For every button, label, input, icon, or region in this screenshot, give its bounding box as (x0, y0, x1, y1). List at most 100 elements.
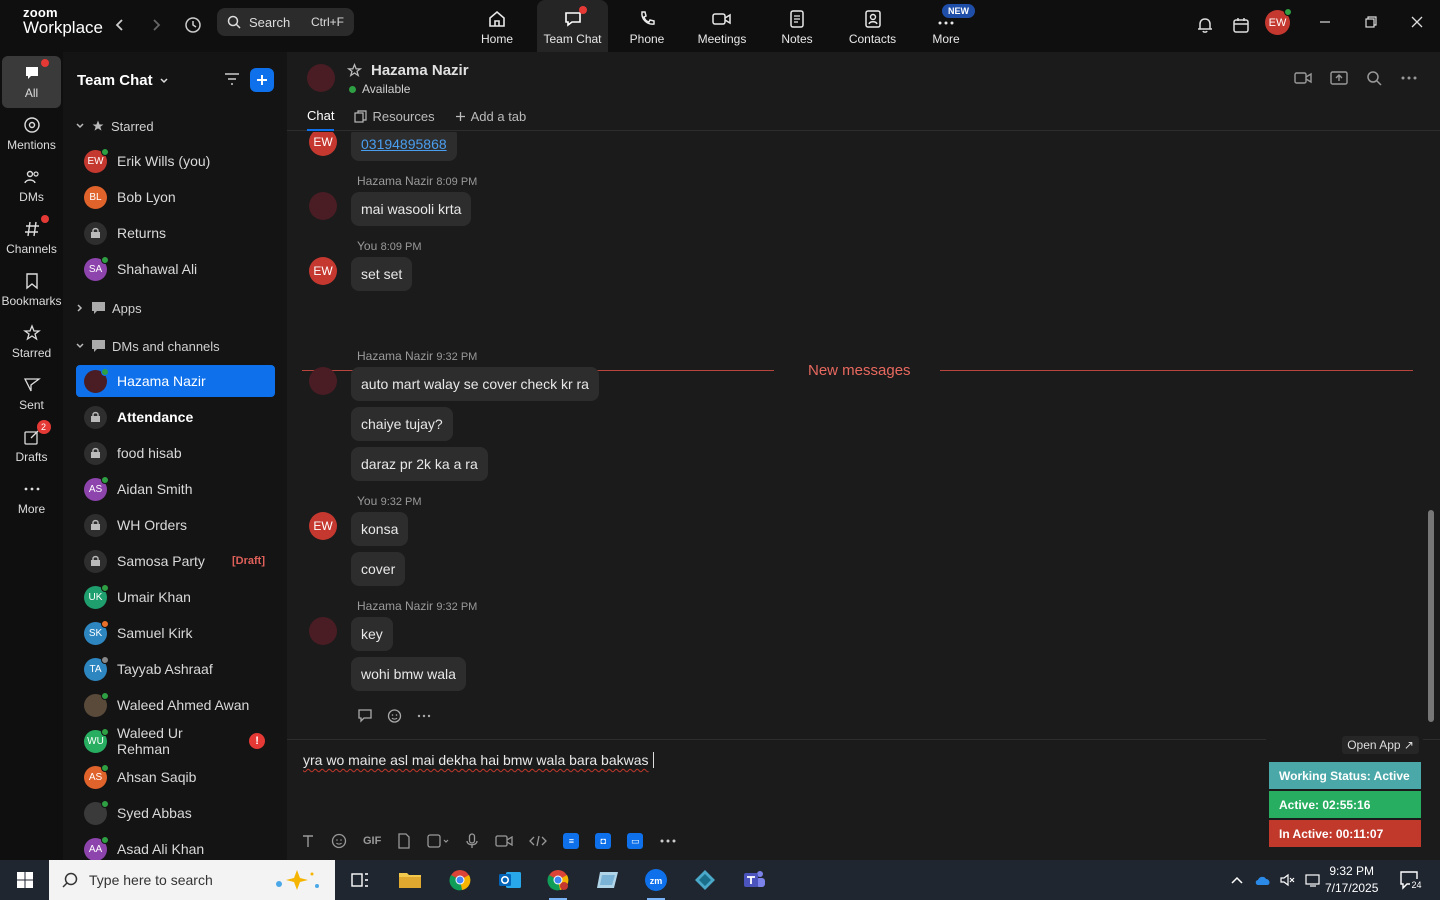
close-button[interactable] (1402, 10, 1432, 34)
sidebar-item-waleed-ahmed-awan[interactable]: Waleed Ahmed Awan (76, 689, 275, 721)
open-app-button[interactable]: Open App ↗ (1342, 736, 1419, 754)
nav-contacts[interactable]: Contacts (845, 0, 900, 52)
onedrive-icon[interactable] (1254, 874, 1272, 886)
message-bubble[interactable]: chaiye tujay? (351, 407, 453, 441)
sidebar-item-asad-ali-khan[interactable]: AA Asad Ali Khan (76, 833, 275, 860)
sidebar-item-ahsan-saqib[interactable]: AS Ahsan Saqib (76, 761, 275, 793)
back-arrow-icon[interactable] (108, 13, 132, 37)
sidebar-item-samosa-party[interactable]: Samosa Party [Draft] (76, 545, 275, 577)
file-explorer-icon[interactable] (395, 866, 425, 894)
docs-app-icon[interactable]: ≡ (563, 833, 580, 849)
reply-icon[interactable] (357, 708, 373, 723)
gif-button[interactable]: GIF (363, 835, 381, 847)
network-icon[interactable] (1304, 873, 1322, 887)
history-icon[interactable] (181, 13, 205, 37)
microphone-icon[interactable] (465, 833, 479, 849)
rail-sent[interactable]: Sent (2, 368, 61, 420)
taskbar-clock[interactable]: 9:32 PM 7/17/2025 (1325, 863, 1378, 897)
task-view-icon[interactable] (345, 866, 375, 894)
sidebar-item-umair-khan[interactable]: UK Umair Khan (76, 581, 275, 613)
minimize-button[interactable] (1310, 10, 1340, 34)
sidebar-item-bob-lyon[interactable]: BL Bob Lyon (76, 181, 275, 213)
outlook-icon[interactable] (495, 866, 525, 894)
search-icon[interactable] (1366, 70, 1382, 86)
search-bar[interactable]: Search Ctrl+F (217, 8, 354, 36)
message-bubble[interactable]: wohi bmw wala (351, 657, 466, 691)
new-chat-button[interactable] (250, 68, 274, 92)
section-apps[interactable]: Apps (75, 298, 142, 318)
chevron-up-icon[interactable] (1230, 875, 1244, 885)
emoji-icon[interactable] (331, 833, 347, 849)
zoom-taskbar-icon[interactable]: zm (641, 866, 671, 900)
sidebar-item-samuel-kirk[interactable]: SK Samuel Kirk (76, 617, 275, 649)
chrome-profile-icon[interactable] (543, 866, 573, 900)
user-avatar[interactable]: EW (1265, 8, 1292, 35)
chrome-icon[interactable] (445, 866, 475, 894)
sidebar-item-wh-orders[interactable]: WH Orders (76, 509, 275, 541)
sidebar-item-returns[interactable]: Returns (76, 217, 275, 249)
message-bubble[interactable]: set set (351, 257, 413, 291)
sidebar-item-food-hisab[interactable]: food hisab (76, 437, 275, 469)
message-bubble[interactable]: daraz pr 2k ka a ra (351, 447, 488, 481)
nav-phone[interactable]: Phone (624, 0, 670, 52)
more-tools-icon[interactable] (659, 838, 677, 844)
section-starred[interactable]: Starred (75, 116, 154, 136)
composer-input[interactable]: yra wo maine asl mai dekha hai bmw wala … (303, 752, 654, 768)
message-bubble[interactable]: auto mart walay se cover check kr ra (351, 367, 599, 401)
message-bubble[interactable]: 03194895868 (351, 132, 457, 161)
sidebar-item-aidan-smith[interactable]: AS Aidan Smith (76, 473, 275, 505)
message-bubble[interactable]: mai wasooli krta (351, 192, 472, 226)
nav-meetings[interactable]: Meetings (692, 0, 752, 52)
teams-icon[interactable] (739, 866, 769, 894)
share-screen-icon[interactable] (1330, 70, 1348, 86)
app-window-icon[interactable] (593, 866, 623, 894)
video-message-icon[interactable] (495, 833, 513, 849)
rail-dms[interactable]: DMs (2, 160, 61, 212)
sidebar-item-attendance[interactable]: Attendance (76, 401, 275, 433)
diamond-app-icon[interactable] (690, 866, 720, 894)
volume-muted-icon[interactable] (1280, 873, 1296, 887)
video-call-icon[interactable] (1294, 70, 1312, 86)
format-text-icon[interactable] (301, 834, 315, 848)
tab-add[interactable]: Add a tab (455, 108, 526, 131)
rail-starred[interactable]: Starred (2, 316, 61, 368)
emoji-reaction-icon[interactable] (387, 708, 403, 723)
rail-all[interactable]: All (2, 56, 61, 108)
sidebar-item-hazama-nazir[interactable]: Hazama Nazir (76, 365, 275, 397)
rail-mentions[interactable]: Mentions (2, 108, 61, 160)
rail-drafts[interactable]: 2 Drafts (2, 420, 61, 472)
more-options-icon[interactable] (1400, 70, 1418, 86)
nav-home[interactable]: Home (474, 0, 520, 52)
rail-more[interactable]: More (2, 472, 61, 524)
code-snippet-icon[interactable] (529, 834, 548, 848)
sidebar-item-tayyab-ashraaf[interactable]: TA Tayyab Ashraaf (76, 653, 275, 685)
windows-start-icon[interactable] (10, 866, 40, 894)
contact-avatar[interactable] (307, 64, 335, 92)
screenshot-icon[interactable] (427, 833, 449, 849)
message-bubble[interactable]: cover (351, 552, 406, 586)
scrollbar-thumb[interactable] (1428, 510, 1434, 722)
whiteboard-app-icon[interactable]: ▭ (627, 833, 644, 849)
star-icon[interactable] (347, 63, 362, 78)
notification-center-icon[interactable]: 24 (1396, 866, 1426, 894)
rail-channels[interactable]: Channels (2, 212, 61, 264)
sidebar-item-waleed-ur-rehman[interactable]: WU Waleed Ur Rehman ! (76, 725, 275, 757)
more-actions-icon[interactable] (417, 708, 431, 723)
attach-file-icon[interactable] (397, 833, 411, 849)
sidebar-item-shahawal-ali[interactable]: SA Shahawal Ali (76, 253, 275, 285)
rail-bookmarks[interactable]: Bookmarks (1, 264, 62, 316)
nav-notes[interactable]: Notes (775, 0, 819, 52)
contact-name[interactable]: Hazama Nazir (371, 62, 469, 79)
calendar-icon[interactable] (1229, 13, 1253, 37)
tab-resources[interactable]: Resources (354, 108, 435, 131)
bell-icon[interactable] (1193, 13, 1217, 37)
section-dms[interactable]: DMs and channels (75, 336, 220, 356)
sidebar-item-erik-wills[interactable]: EW Erik Wills (you) (76, 145, 275, 177)
zoom-app-icon[interactable]: ◘ (595, 833, 612, 849)
restore-button[interactable] (1356, 10, 1386, 34)
sidebar-title[interactable]: Team Chat (77, 72, 169, 89)
taskbar-search[interactable]: Type here to search (49, 860, 335, 900)
tab-chat[interactable]: Chat (307, 108, 335, 131)
message-bubble[interactable]: key (351, 617, 393, 651)
phone-link[interactable]: 03194895868 (361, 136, 447, 152)
